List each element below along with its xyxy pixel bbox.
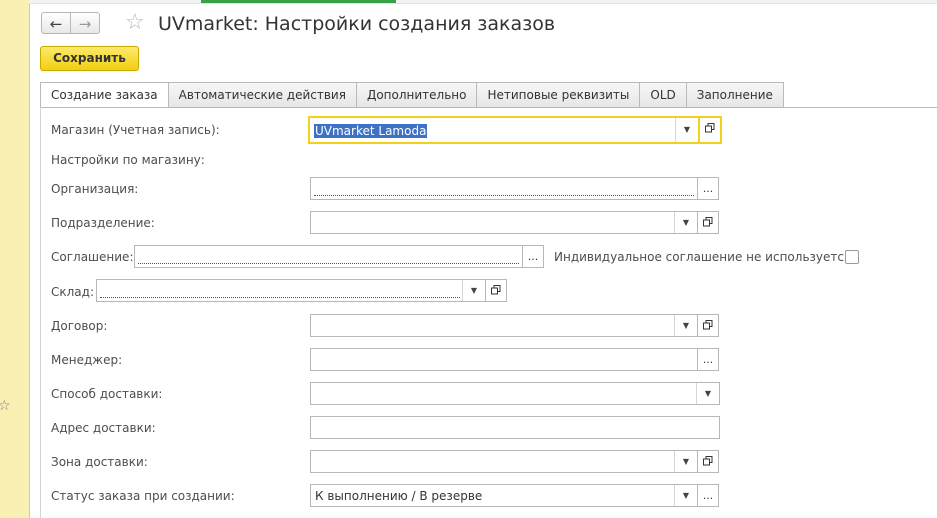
warehouse-open-button[interactable]	[485, 279, 507, 302]
store-label: Магазин (Учетная запись):	[51, 123, 220, 137]
chevron-down-icon: ▼	[682, 491, 690, 500]
star-icon[interactable]: ☆	[0, 398, 11, 414]
organization-label: Организация:	[51, 182, 139, 196]
chevron-down-icon: ▼	[682, 321, 690, 330]
warehouse-label: Склад:	[51, 285, 94, 299]
chevron-down-icon: ▼	[683, 125, 691, 134]
order-status-field[interactable]: К выполнению / В резерве ▼	[310, 484, 698, 507]
delivery-zone-open-button[interactable]	[697, 450, 719, 473]
agreement-label: Соглашение:	[51, 250, 134, 264]
department-label: Подразделение:	[51, 216, 155, 230]
delivery-address-label: Адрес доставки:	[51, 421, 156, 435]
ellipsis-icon: ...	[702, 353, 714, 366]
forward-button[interactable]: →	[70, 12, 100, 34]
contract-dropdown-button[interactable]: ▼	[674, 315, 697, 336]
agreement-field[interactable]	[134, 245, 523, 268]
required-underline	[314, 195, 694, 196]
warehouse-dropdown-button[interactable]: ▼	[462, 280, 485, 301]
contract-label: Договор:	[51, 319, 108, 333]
store-settings-heading: Настройки по магазину:	[51, 153, 205, 167]
delivery-zone-field[interactable]: ▼	[310, 450, 698, 473]
delivery-zone-dropdown-button[interactable]: ▼	[674, 451, 697, 472]
tab-old[interactable]: OLD	[640, 82, 687, 108]
order-status-value: К выполнению / В резерве	[315, 489, 483, 503]
manager-label: Менеджер:	[51, 353, 123, 367]
arrow-right-icon: →	[78, 15, 92, 33]
ellipsis-icon: ...	[702, 489, 714, 502]
organization-field[interactable]	[310, 177, 698, 200]
contract-open-button[interactable]	[697, 314, 719, 337]
order-status-dropdown-button[interactable]: ▼	[674, 485, 697, 506]
store-field[interactable]: UVmarket Lamoda ▼	[308, 116, 700, 144]
store-value: UVmarket Lamoda	[314, 124, 428, 138]
delivery-method-field[interactable]: ▼	[310, 382, 720, 405]
store-open-button[interactable]	[698, 116, 722, 144]
back-button[interactable]: ←	[41, 12, 71, 34]
open-form-icon	[703, 217, 713, 227]
delivery-address-field[interactable]	[310, 416, 720, 439]
left-panel: ☆	[0, 0, 30, 518]
required-underline	[100, 297, 460, 298]
tab-additional[interactable]: Дополнительно	[356, 82, 478, 108]
store-dropdown-button[interactable]: ▼	[675, 118, 698, 142]
delivery-method-dropdown-button[interactable]: ▼	[696, 383, 719, 404]
chevron-down-icon: ▼	[682, 218, 690, 227]
tab-custom-attributes[interactable]: Нетиповые реквизиты	[477, 82, 641, 108]
open-form-icon	[491, 285, 501, 295]
chevron-down-icon: ▼	[682, 457, 690, 466]
individual-agreement-label: Индивидуальное соглашение не используетс…	[554, 250, 856, 264]
open-form-icon	[703, 320, 713, 330]
delivery-method-label: Способ доставки:	[51, 387, 163, 401]
active-window-tab-indicator[interactable]	[201, 0, 396, 3]
favorite-star-icon[interactable]: ☆	[125, 11, 145, 35]
open-form-icon	[705, 123, 715, 133]
arrow-left-icon: ←	[49, 15, 63, 33]
tab-auto-actions[interactable]: Автоматические действия	[168, 82, 357, 108]
window-tabs-strip	[29, 0, 937, 4]
delivery-zone-label: Зона доставки:	[51, 455, 148, 469]
tab-bar: Создание заказа Автоматические действия …	[40, 82, 784, 108]
manager-field[interactable]	[310, 348, 698, 371]
save-button[interactable]: Сохранить	[40, 46, 139, 71]
ellipsis-icon: ...	[527, 250, 539, 263]
agreement-select-button[interactable]: ...	[522, 245, 544, 268]
organization-select-button[interactable]: ...	[697, 177, 719, 200]
tab-panel-left-border	[40, 107, 41, 518]
manager-select-button[interactable]: ...	[697, 348, 719, 371]
department-dropdown-button[interactable]: ▼	[674, 212, 697, 233]
tab-filling[interactable]: Заполнение	[686, 82, 784, 108]
warehouse-field[interactable]: ▼	[96, 279, 486, 302]
department-open-button[interactable]	[697, 211, 719, 234]
order-status-label: Статус заказа при создании:	[51, 489, 235, 503]
tab-order-creation[interactable]: Создание заказа	[40, 82, 169, 108]
contract-field[interactable]: ▼	[310, 314, 698, 337]
department-field[interactable]: ▼	[310, 211, 698, 234]
tab-panel-border	[40, 107, 937, 108]
required-underline	[138, 263, 519, 264]
individual-agreement-checkbox[interactable]	[845, 250, 859, 264]
ellipsis-icon: ...	[702, 182, 714, 195]
order-status-select-button[interactable]: ...	[697, 484, 719, 507]
open-form-icon	[703, 456, 713, 466]
page-title: UVmarket: Настройки создания заказов	[158, 13, 556, 35]
chevron-down-icon: ▼	[470, 286, 478, 295]
chevron-down-icon: ▼	[704, 389, 712, 398]
